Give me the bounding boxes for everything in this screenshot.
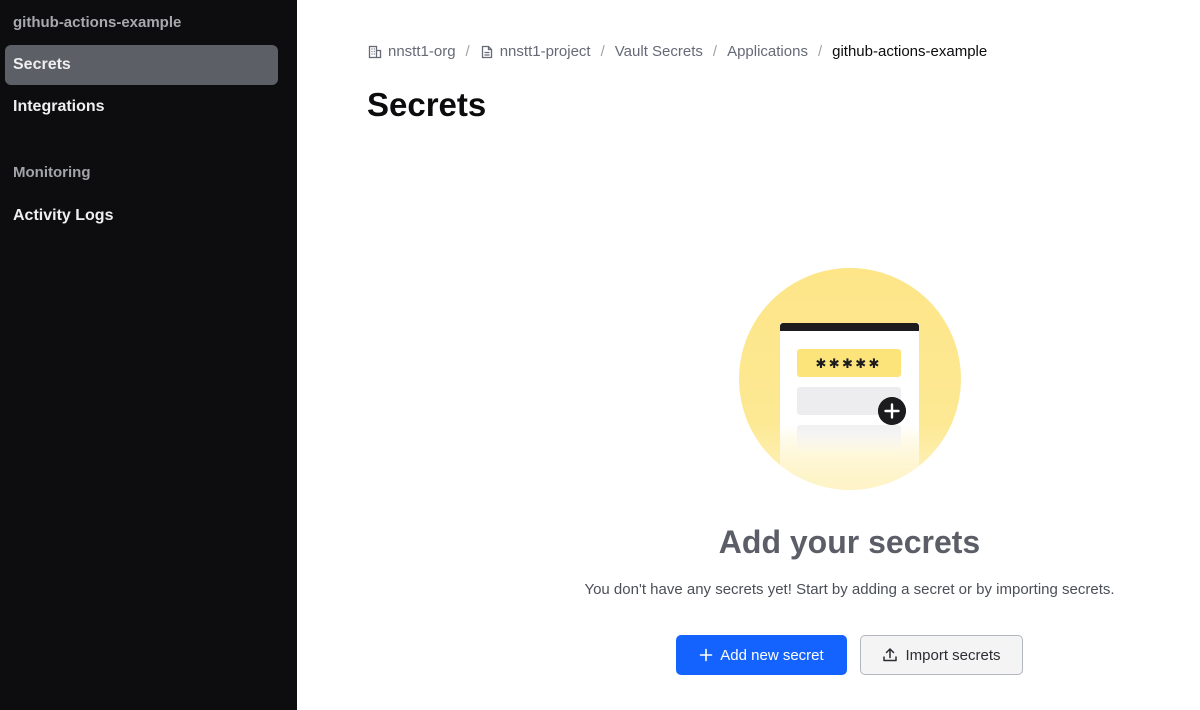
breadcrumb-project[interactable]: nnstt1-project bbox=[480, 43, 591, 60]
plus-icon bbox=[699, 648, 713, 662]
breadcrumb-separator: / bbox=[712, 43, 718, 60]
breadcrumb-current-app: github-actions-example bbox=[832, 43, 987, 60]
breadcrumb-separator: / bbox=[465, 43, 470, 60]
plus-circle-icon bbox=[878, 397, 906, 425]
breadcrumb-vault-secrets[interactable]: Vault Secrets bbox=[615, 43, 703, 60]
breadcrumb-label: nnstt1-org bbox=[388, 43, 456, 60]
breadcrumb: nnstt1-org / nnstt1-project / Vault Secr… bbox=[368, 43, 987, 60]
breadcrumb-label: Vault Secrets bbox=[614, 43, 703, 60]
illustration-masked-field: ✱✱✱✱✱ bbox=[797, 349, 901, 377]
empty-state-description: You don't have any secrets yet! Start by… bbox=[584, 581, 1115, 598]
upload-icon bbox=[883, 648, 898, 662]
sidebar-item-label: Integrations bbox=[13, 98, 105, 115]
sidebar-section-monitoring: Monitoring bbox=[13, 164, 91, 181]
import-secrets-button[interactable]: Import secrets bbox=[860, 635, 1023, 675]
add-new-secret-button[interactable]: Add new secret bbox=[676, 635, 847, 675]
empty-state-title: Add your secrets bbox=[718, 524, 981, 560]
org-icon bbox=[368, 45, 382, 58]
button-label: Import secrets bbox=[905, 646, 1001, 664]
sidebar: github-actions-example Secrets Integrati… bbox=[0, 0, 297, 710]
main-content: nnstt1-org / nnstt1-project / Vault Secr… bbox=[297, 0, 1200, 710]
empty-state-illustration: ✱✱✱✱✱ bbox=[739, 268, 961, 490]
project-icon bbox=[481, 45, 492, 58]
breadcrumb-label: nnstt1-project bbox=[499, 43, 591, 60]
sidebar-item-activity-logs[interactable]: Activity Logs bbox=[5, 196, 278, 236]
button-label: Add new secret bbox=[720, 646, 824, 664]
sidebar-item-label: Secrets bbox=[13, 56, 71, 73]
breadcrumb-separator: / bbox=[817, 43, 823, 60]
sidebar-item-secrets[interactable]: Secrets bbox=[5, 45, 278, 85]
sidebar-item-label: Activity Logs bbox=[13, 207, 114, 224]
breadcrumb-org[interactable]: nnstt1-org bbox=[368, 43, 456, 60]
breadcrumb-applications[interactable]: Applications bbox=[727, 43, 808, 60]
breadcrumb-label: github-actions-example bbox=[832, 43, 988, 60]
breadcrumb-label: Applications bbox=[727, 43, 808, 60]
breadcrumb-separator: / bbox=[600, 43, 605, 60]
illustration-card-header bbox=[780, 323, 919, 331]
illustration-card: ✱✱✱✱✱ bbox=[780, 323, 919, 490]
sidebar-item-integrations[interactable]: Integrations bbox=[5, 87, 278, 127]
illustration-field-faded bbox=[797, 425, 901, 453]
page-title: Secrets bbox=[367, 86, 487, 123]
app-name: github-actions-example bbox=[13, 14, 182, 31]
